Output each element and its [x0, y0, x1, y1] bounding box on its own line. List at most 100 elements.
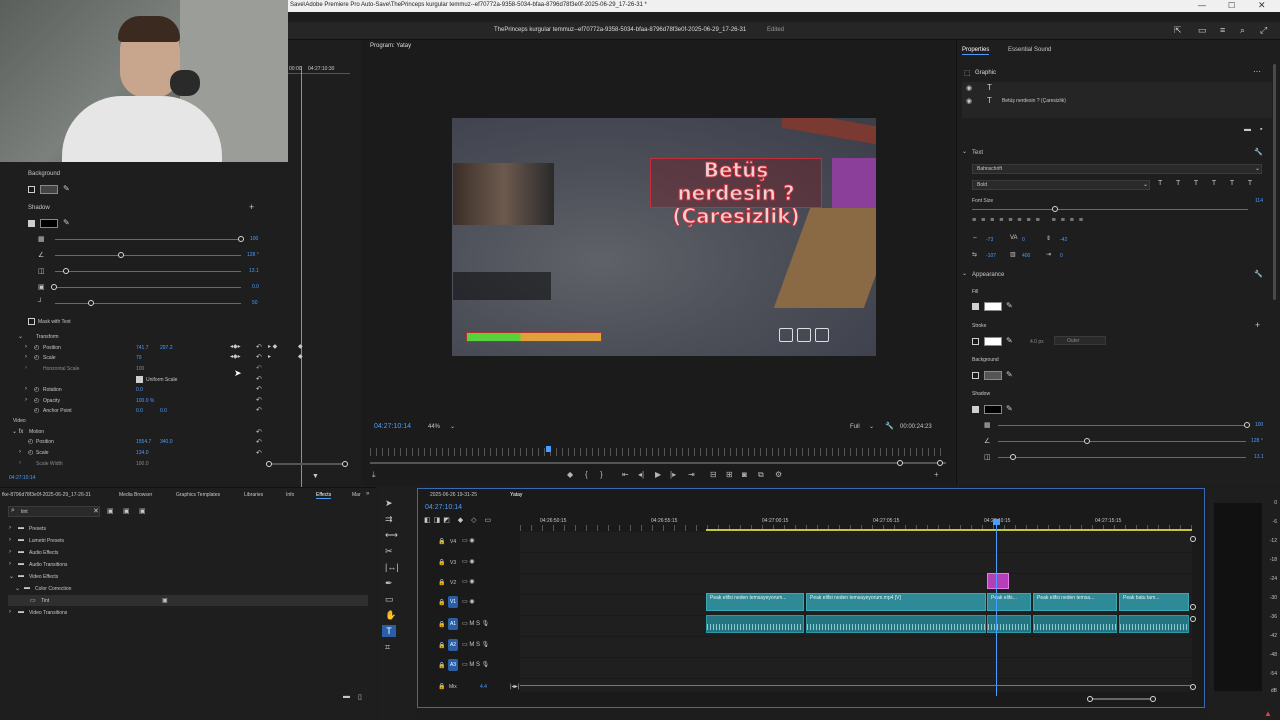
folder-icon[interactable]: ▬: [1244, 126, 1251, 133]
timeline-tab-sequence[interactable]: 2025-06-26 19-31-25: [430, 492, 477, 498]
anchor-x[interactable]: 0.0: [136, 408, 143, 414]
eyedropper-icon[interactable]: ✎: [1006, 336, 1013, 345]
timeline-scroll-knob-left[interactable]: [1087, 696, 1093, 702]
metric-tab[interactable]: 0: [1060, 253, 1063, 259]
new-bin-icon[interactable]: ▬: [343, 693, 350, 700]
delete-icon[interactable]: ▯: [358, 693, 362, 701]
ec-zoom-knob-right[interactable]: [342, 461, 348, 467]
reset-icon[interactable]: ↶: [256, 428, 262, 436]
source-playhead[interactable]: [301, 66, 302, 490]
tree-chevron-icon[interactable]: ›: [9, 549, 11, 555]
lock-icon[interactable]: 🔒: [438, 662, 445, 669]
chevron-down-icon[interactable]: ⌄: [869, 423, 874, 430]
lock-icon[interactable]: 🔒: [438, 683, 445, 690]
prop-shadow-distance-knob[interactable]: [1010, 454, 1016, 460]
eyedropper-icon[interactable]: ✎: [63, 184, 70, 193]
video-clip[interactable]: Peak batu tam...: [1119, 593, 1189, 611]
tree-audio-transitions[interactable]: Audio Transitions: [29, 562, 67, 568]
reset-icon[interactable]: ↶: [256, 406, 262, 414]
track-height-knob[interactable]: [1190, 684, 1196, 690]
tree-color-correction[interactable]: Color Correction: [35, 586, 71, 592]
minimize-button[interactable]: —: [1198, 1, 1206, 10]
rotation-value[interactable]: 0.0: [136, 387, 143, 393]
row-chevron-icon[interactable]: ›: [25, 354, 27, 360]
layer-name[interactable]: Betüş nerdesin ? (Çaresizlik): [1002, 98, 1066, 104]
row-chevron-icon[interactable]: ›: [25, 365, 27, 371]
program-timecode[interactable]: 04:27:10:14: [374, 423, 411, 430]
track-v3[interactable]: V3: [450, 560, 456, 566]
track-icons[interactable]: ▭ ◉: [462, 537, 475, 544]
add-icon[interactable]: +: [249, 202, 254, 212]
ripple-tool-icon[interactable]: ⟷: [385, 530, 398, 541]
metric-tracking[interactable]: -73: [986, 237, 993, 243]
clear-icon[interactable]: ✕: [93, 507, 99, 515]
reset-icon[interactable]: ↶: [256, 438, 262, 446]
track-select-tool-icon[interactable]: ⇉: [385, 514, 393, 525]
reset-icon[interactable]: ↶: [256, 449, 262, 457]
tree-video-transitions[interactable]: Video Transitions: [29, 610, 67, 616]
opacity-value[interactable]: 100.0 %: [136, 398, 154, 404]
step-forward-icon[interactable]: |▸: [670, 470, 676, 479]
reset-icon[interactable]: ↶: [256, 385, 262, 393]
pen-tool-icon[interactable]: ✒: [385, 578, 393, 589]
tree-tint-row[interactable]: [8, 595, 368, 606]
program-zoom-knob-right[interactable]: [937, 460, 943, 466]
step-back-icon[interactable]: ◂|: [638, 470, 644, 479]
position-y[interactable]: 297.2: [160, 345, 173, 351]
chevron-down-icon[interactable]: ⌄: [450, 423, 455, 430]
eye-icon[interactable]: ◉: [966, 84, 972, 92]
transform-chevron-icon[interactable]: ⌄: [18, 333, 23, 340]
properties-scrollbar[interactable]: [1273, 64, 1276, 300]
shadow-blur-value[interactable]: 50: [252, 300, 258, 306]
prop-shadow-opacity[interactable]: 100: [1255, 422, 1263, 428]
compare-icon[interactable]: ⧉: [758, 470, 764, 480]
tab-markers[interactable]: Mar: [352, 492, 361, 498]
eyedropper-icon[interactable]: ✎: [1006, 370, 1013, 379]
tab-graphics-templates[interactable]: Graphics Templates: [176, 492, 220, 498]
search-icon[interactable]: ⌕: [1240, 25, 1245, 36]
panel-more-icon[interactable]: »: [366, 491, 369, 497]
text-style-icons[interactable]: T T T T T T: [1158, 180, 1258, 187]
track-a3[interactable]: A3: [448, 659, 458, 671]
shadow-opacity-knob[interactable]: [238, 236, 244, 242]
timeline-scroll-knob-right[interactable]: [1150, 696, 1156, 702]
background-swatch[interactable]: [984, 371, 1002, 380]
track-height-knob[interactable]: [1190, 536, 1196, 542]
eyedropper-icon[interactable]: ✎: [1006, 404, 1013, 413]
share-icon[interactable]: ⇱: [1174, 25, 1182, 36]
anchor-y[interactable]: 0.0: [160, 408, 167, 414]
motion-scale-value[interactable]: 134.0: [136, 450, 149, 456]
track-height-knob[interactable]: [1190, 616, 1196, 622]
program-video-frame[interactable]: Betüş nerdesin ? (Çaresizlik): [452, 118, 876, 356]
ec-zoom-scroll[interactable]: [268, 463, 348, 465]
shadow-opacity-value[interactable]: 100: [250, 236, 258, 242]
shadow-distance-knob[interactable]: [63, 268, 69, 274]
program-playhead[interactable]: [546, 446, 551, 452]
stopwatch-icon[interactable]: ◴: [34, 407, 39, 414]
metric-baseline[interactable]: -107: [986, 253, 996, 259]
mix-value[interactable]: 4.4: [480, 684, 487, 690]
video-text-box[interactable]: Betüş nerdesin ? (Çaresizlik): [650, 158, 822, 228]
ec-background-swatch[interactable]: [40, 185, 58, 194]
yuv-icon[interactable]: ▣: [139, 507, 146, 515]
lock-icon[interactable]: 🔒: [438, 599, 445, 606]
razor-tool-icon[interactable]: ✂: [385, 546, 393, 557]
fill-checkbox[interactable]: [972, 303, 979, 310]
shadow-distance-value[interactable]: 13.1: [249, 268, 259, 274]
timeline-playhead[interactable]: [996, 520, 997, 696]
marker-icon[interactable]: ◆: [567, 470, 573, 479]
metric-kerning[interactable]: 0: [1022, 237, 1025, 243]
wrench-icon[interactable]: 🔧: [885, 422, 894, 430]
stopwatch-icon[interactable]: ◴: [28, 438, 33, 445]
mix-nav-icon[interactable]: |◂▸|: [510, 683, 519, 690]
stopwatch-icon[interactable]: ◴: [34, 344, 39, 351]
lock-icon[interactable]: 🔒: [438, 538, 445, 545]
shadow-blur-knob[interactable]: [88, 300, 94, 306]
row-chevron-icon[interactable]: ›: [25, 386, 27, 392]
tree-chevron-icon[interactable]: ›: [9, 609, 11, 615]
shadow-angle-value[interactable]: 128 °: [247, 252, 259, 258]
eye-icon[interactable]: ◉: [966, 97, 972, 105]
program-title[interactable]: Program: Yatay: [370, 43, 411, 49]
playhead-handle[interactable]: [993, 519, 1000, 525]
lock-icon[interactable]: 🔒: [438, 642, 445, 649]
